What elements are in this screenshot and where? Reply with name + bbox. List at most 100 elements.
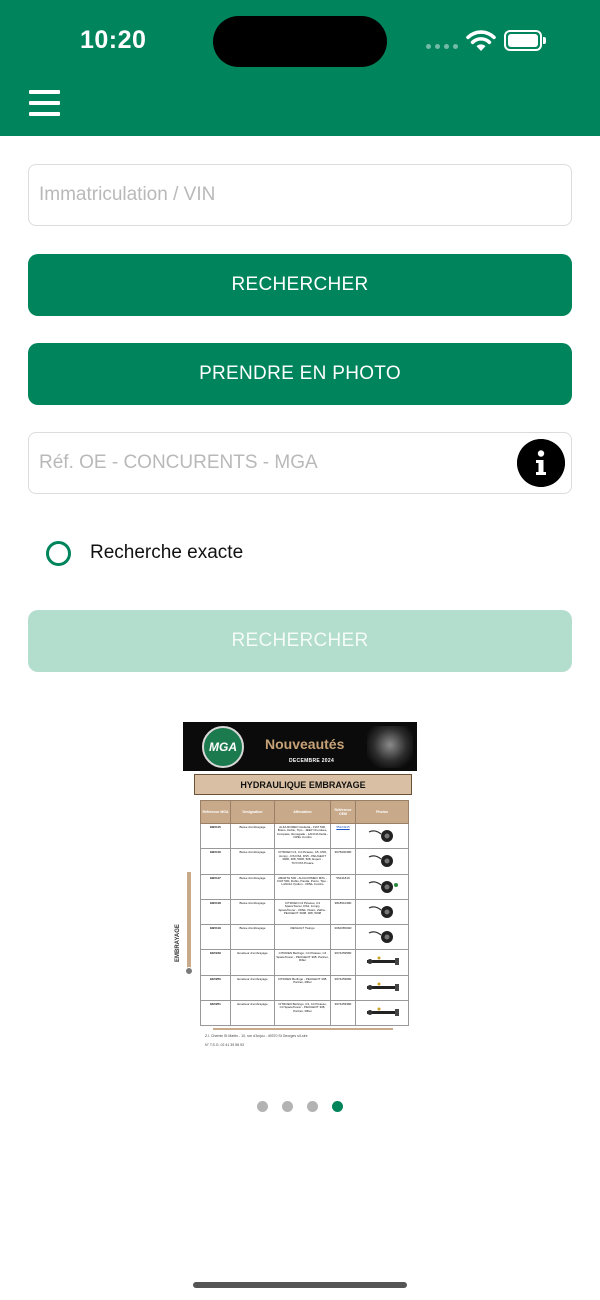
- part-photo-icon: [368, 905, 393, 918]
- cell-designation: Butée d'embrayage: [230, 923, 275, 951]
- column-header: Designation: [230, 800, 275, 824]
- exact-search-label: Recherche exacte: [90, 542, 244, 563]
- cell-application: RENAULT Twingo: [274, 923, 331, 951]
- cell-photo: [355, 949, 409, 976]
- cell-reference: EB5119: [200, 923, 231, 951]
- flyer-phone: N° T.S.G. 02 41 39 58 93: [205, 1043, 244, 1047]
- cell-designation: Butée d'embrayage: [230, 822, 275, 850]
- flyer-title: Nouveautés: [265, 736, 345, 752]
- part-photo-icon: [368, 830, 393, 842]
- part-photo-icon: [367, 982, 399, 991]
- cell-photo: [355, 999, 409, 1027]
- cellular-signal-icon: [426, 44, 458, 50]
- cell-oem: 9818510480: [330, 898, 356, 926]
- flyer-side-label: EMBRAYAGE: [175, 924, 181, 962]
- part-photo-icon: [368, 880, 398, 893]
- exact-search-option[interactable]: Recherche exacte: [46, 540, 243, 566]
- cell-reference: EE5249: [200, 949, 231, 976]
- cell-application: ABARTH 500 - ALFA ROMEO MiTo - FIAT 500,…: [274, 873, 331, 900]
- carousel-dot[interactable]: [282, 1101, 293, 1112]
- table-row: EE5249 Emetteur d'embrayage CITROEN Berlin…: [200, 949, 409, 976]
- wifi-icon: [466, 30, 496, 51]
- cell-reference: EB5118: [200, 898, 231, 926]
- carousel-pagination: [257, 1101, 345, 1113]
- search-button-disabled[interactable]: RECHERCHER: [28, 610, 572, 672]
- battery-icon: [504, 30, 547, 51]
- home-indicator[interactable]: [193, 1282, 407, 1288]
- search-button[interactable]: RECHERCHER: [28, 254, 572, 316]
- part-photo-icon: [368, 931, 393, 943]
- cell-oem: 9674259680: [330, 974, 356, 1001]
- cell-designation: Emetteur d'embrayage: [230, 974, 275, 1001]
- cell-oem: 9675000480: [330, 848, 356, 875]
- part-photo-icon: [367, 956, 399, 966]
- cell-designation: Emetteur d'embrayage: [230, 949, 275, 976]
- vin-input[interactable]: [39, 165, 509, 225]
- cell-oem: 55224915: [330, 822, 356, 850]
- cell-reference: EB5115: [200, 822, 231, 850]
- flyer-side-dot: [185, 967, 193, 975]
- cell-photo: [355, 822, 409, 850]
- flyer-address: Z.I. Chemin St Martin - 10, rue d'Anjou …: [205, 1034, 308, 1038]
- cell-designation: Butée d'embrayage: [230, 848, 275, 875]
- column-header: Affectation: [274, 800, 331, 824]
- cell-designation: Emetteur d'embrayage: [230, 999, 275, 1027]
- cell-oem: 55241819: [330, 873, 356, 900]
- flyer-product-table: Référence MGA Designation Affectation Ré…: [200, 800, 409, 1027]
- reference-input[interactable]: [39, 433, 509, 493]
- cell-oem: 9674259380: [330, 999, 356, 1027]
- cell-application: ALFA ROMEO Giulietta - FIAT 500, Bravo, …: [274, 822, 331, 850]
- table-row: EB5117 Butée d'embrayage ABARTH 500 - ALFA…: [200, 873, 409, 900]
- cell-reference: EB5117: [200, 873, 231, 900]
- table-row: EE5251 Emetteur d'embrayage CITROEN Berlin…: [200, 999, 409, 1027]
- cell-photo: [355, 898, 409, 926]
- part-photo-icon: [367, 1007, 399, 1016]
- carousel-slide-flyer[interactable]: MGA Nouveautés DECEMBRE 2024 HYDRAULIQUE…: [175, 722, 417, 1056]
- flyer-header: MGA Nouveautés DECEMBRE 2024: [183, 722, 417, 771]
- cell-application: CITROEN Berlingo, C4 Picasso, C4 SpaceTo…: [274, 949, 331, 976]
- cell-application: CITROEN Berlingo - PEUGEOT 308, Partner,…: [274, 974, 331, 1001]
- cell-reference: EB5116: [200, 848, 231, 875]
- cell-oem: 306206504R: [330, 923, 356, 951]
- exact-search-radio[interactable]: [46, 540, 71, 566]
- mga-logo: MGA: [202, 726, 244, 768]
- column-header: Photos: [355, 800, 409, 824]
- app-header: 10:20: [0, 0, 600, 136]
- flyer-product-image: [367, 726, 413, 768]
- cell-reference: EE5250: [200, 974, 231, 1001]
- flyer-banner: HYDRAULIQUE EMBRAYAGE: [194, 774, 412, 795]
- carousel-dot[interactable]: [257, 1101, 268, 1112]
- dynamic-island: [213, 16, 387, 67]
- cell-photo: [355, 974, 409, 1001]
- hamburger-menu-icon[interactable]: [29, 90, 60, 116]
- part-photo-icon: [368, 855, 393, 868]
- cell-application: CITROEN C4 Picasso, C4 SpaceTourer, DS4,…: [274, 898, 331, 926]
- table-row: EB5119 Butée d'embrayage RENAULT Twingo 306…: [200, 923, 409, 951]
- cell-designation: Butée d'embrayage: [230, 898, 275, 926]
- table-row: EE5250 Emetteur d'embrayage CITROEN Berlin…: [200, 974, 409, 1001]
- carousel-dot[interactable]: [307, 1101, 318, 1112]
- flyer-divider: [213, 1028, 393, 1030]
- carousel-dot[interactable]: [332, 1101, 343, 1112]
- cell-reference: EE5251: [200, 999, 231, 1027]
- column-header: Référence OEM: [330, 800, 356, 824]
- cell-application: CITROEN Berlingo, C3, C4 Picasso, C4 Spa…: [274, 999, 331, 1027]
- table-row: EB5115 Butée d'embrayage ALFA ROMEO Giulie…: [200, 822, 409, 850]
- cell-photo: [355, 873, 409, 900]
- cell-application: CITROEN C4, C4 Picasso, C5, DS5, Jumpy -…: [274, 848, 331, 875]
- cell-designation: Butée d'embrayage: [230, 873, 275, 900]
- reference-field[interactable]: [28, 432, 572, 494]
- vin-field[interactable]: [28, 164, 572, 226]
- flyer-side-bar: [187, 872, 191, 972]
- info-icon[interactable]: [517, 439, 565, 487]
- status-time: 10:20: [80, 26, 147, 54]
- cell-photo: [355, 923, 409, 951]
- column-header: Référence MGA: [200, 800, 231, 824]
- take-photo-button[interactable]: PRENDRE EN PHOTO: [28, 343, 572, 405]
- table-header-row: Référence MGA Designation Affectation Ré…: [200, 800, 409, 824]
- flyer-date: DECEMBRE 2024: [289, 758, 335, 764]
- cell-oem: 9674259580: [330, 949, 356, 976]
- table-row: EB5116 Butée d'embrayage CITROEN C4, C4 Pi…: [200, 848, 409, 875]
- cell-photo: [355, 848, 409, 875]
- table-row: EB5118 Butée d'embrayage CITROEN C4 Picass…: [200, 898, 409, 926]
